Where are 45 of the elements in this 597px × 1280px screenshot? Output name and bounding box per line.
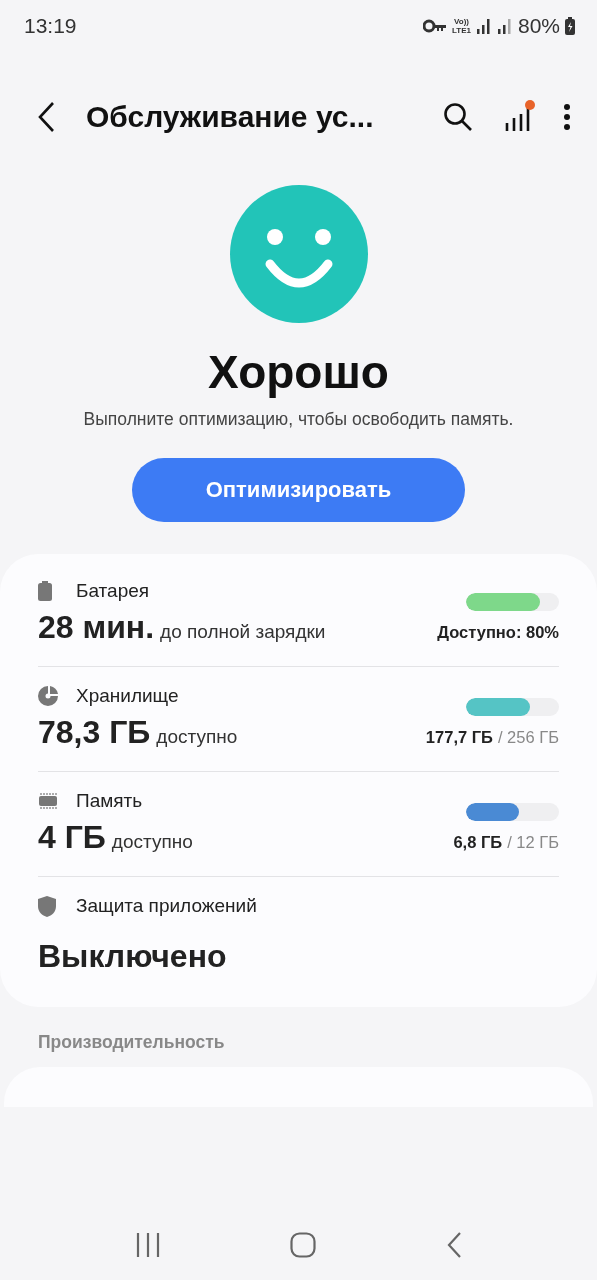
- status-value: Выключено: [38, 938, 228, 976]
- item-title: Хранилище: [76, 685, 179, 707]
- section-header: Производительность: [38, 1032, 226, 1053]
- battery-percent: 80%: [517, 14, 560, 38]
- signal-icon: [496, 17, 513, 35]
- recent-apps-button[interactable]: [134, 1232, 161, 1258]
- item-value: 78,3 ГБ: [38, 714, 151, 751]
- value-note: доступно: [111, 831, 193, 853]
- recent-apps-icon: [134, 1232, 161, 1258]
- network-label: LTE1: [452, 26, 471, 35]
- home-icon: [290, 1232, 317, 1258]
- usage-reading: 177,7 ГБ: [425, 728, 493, 747]
- item-value: 28 мин.: [38, 609, 155, 646]
- back-icon: [446, 1231, 463, 1259]
- status-message: Выполните оптимизацию, чтобы освободить память.: [83, 409, 514, 430]
- volte-label: Vo)): [454, 17, 469, 26]
- page-title: Обслуживание ус...: [86, 100, 375, 134]
- battery-icon: [38, 581, 52, 601]
- memory-chip-icon: [38, 792, 58, 810]
- key-icon: [423, 19, 447, 33]
- search-button[interactable]: [443, 102, 473, 132]
- item-value: 4 ГБ: [38, 819, 106, 856]
- usage-reading: 6,8 ГБ: [453, 833, 503, 852]
- more-icon: [563, 103, 571, 131]
- status-heading: Хорошо: [208, 345, 389, 399]
- shield-icon: [38, 895, 56, 917]
- pie-chart-icon: [38, 686, 58, 706]
- more-options-button[interactable]: [563, 103, 571, 131]
- optimize-button[interactable]: Оптимизировать: [132, 458, 465, 522]
- clock-time: 13:19: [24, 14, 77, 38]
- battery-charging-icon: [565, 17, 575, 35]
- signal-icon: [475, 17, 492, 35]
- back-icon: [36, 101, 56, 133]
- back-button[interactable]: [36, 101, 56, 133]
- search-icon: [443, 102, 473, 132]
- usage-reading: Доступно: 80%: [437, 623, 559, 642]
- value-note: доступно: [156, 726, 238, 748]
- item-title: Батарея: [76, 580, 150, 602]
- home-button[interactable]: [290, 1232, 317, 1258]
- usage-total: / 256 ГБ: [497, 728, 559, 747]
- item-title: Защита приложений: [76, 895, 257, 917]
- value-note: до полной зарядки: [160, 621, 326, 643]
- item-title: Память: [76, 790, 143, 812]
- smiley-face-icon: [229, 185, 368, 323]
- usage-total: / 12 ГБ: [507, 833, 559, 852]
